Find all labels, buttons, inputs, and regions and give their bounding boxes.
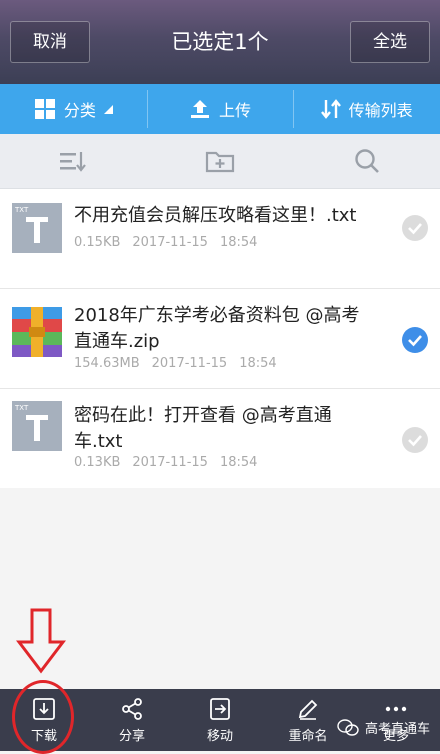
file-row[interactable]: TXT 密码在此！打开查看 @高考直通车.txt 0.13KB 2017-11-1… [0, 389, 440, 488]
select-checkbox[interactable] [402, 215, 428, 241]
file-list: TXT 不用充值会员解压攻略看这里！.txt 0.15KB 2017-11-15 1… [0, 189, 440, 488]
file-name: 不用充值会员解压攻略看这里！.txt [74, 205, 357, 226]
upload-icon [191, 100, 209, 118]
transfer-icon [320, 99, 341, 119]
sort-icon [60, 152, 87, 172]
category-label: 分类 [63, 101, 96, 120]
zip-file-icon [12, 307, 62, 357]
watermark-text: 高考直通车 [364, 722, 430, 737]
check-icon [408, 335, 422, 347]
file-time: 18:54 [239, 356, 277, 371]
file-date: 2017-11-15 [132, 455, 208, 470]
move-label: 移动 [206, 728, 233, 744]
txt-file-icon: TXT [12, 203, 62, 253]
move-button[interactable]: 移动 [176, 689, 264, 751]
watermark: 高考直通车 [337, 718, 430, 737]
category-button[interactable]: 分类 [0, 84, 147, 134]
transfer-label: 传输列表 [348, 101, 413, 120]
search-button[interactable] [293, 134, 440, 188]
file-size: 0.15KB [74, 235, 121, 250]
more-dots-icon [385, 706, 407, 711]
file-size: 154.63MB [74, 356, 140, 371]
header-bar: 取消 已选定1个 全选 [0, 0, 440, 84]
rename-label: 重命名 [288, 728, 328, 744]
file-name: 2018年广东学考必备资料包 @高考直通车.zip [74, 305, 360, 352]
file-time: 18:54 [219, 235, 258, 250]
new-folder-button[interactable] [147, 134, 294, 188]
pencil-icon [298, 699, 318, 720]
file-meta: 154.63MB 2017-11-15 18:54 [74, 356, 289, 371]
search-icon [354, 149, 379, 173]
action-row [0, 134, 440, 189]
file-meta: 0.13KB 2017-11-15 18:54 [74, 455, 269, 470]
dropdown-triangle-icon [103, 104, 113, 114]
sort-button[interactable] [0, 134, 147, 188]
select-all-button[interactable]: 全选 [350, 21, 430, 63]
new-folder-icon [205, 151, 235, 173]
wechat-logo-icon [337, 718, 359, 736]
file-row[interactable]: TXT 不用充值会员解压攻略看这里！.txt 0.15KB 2017-11-15 1… [0, 189, 440, 289]
file-meta: 0.15KB 2017-11-15 18:54 [74, 235, 269, 250]
file-type-label: TXT [14, 206, 29, 214]
check-icon [408, 435, 422, 447]
file-date: 2017-11-15 [151, 356, 228, 371]
file-name: 密码在此！打开查看 @高考直通车.txt [74, 405, 332, 452]
file-date: 2017-11-15 [132, 235, 208, 250]
annotation-circle [12, 680, 74, 754]
select-checkbox[interactable] [402, 327, 428, 353]
transfer-list-button[interactable]: 传输列表 [293, 84, 440, 134]
grid-icon [34, 99, 55, 119]
share-button[interactable]: 分享 [88, 689, 176, 751]
annotation-arrow-icon [16, 608, 66, 674]
upload-label: 上传 [219, 101, 252, 120]
check-icon [408, 223, 422, 235]
file-row[interactable]: 2018年广东学考必备资料包 @高考直通车.zip 154.63MB 2017-1… [0, 289, 440, 389]
top-toolbar: 分类 上传 传输列表 [0, 84, 440, 134]
select-checkbox[interactable] [402, 427, 428, 453]
file-size: 0.13KB [74, 455, 121, 470]
upload-button[interactable]: 上传 [146, 84, 294, 134]
txt-file-icon: TXT [12, 401, 62, 451]
share-icon [122, 697, 142, 720]
share-label: 分享 [118, 728, 145, 744]
file-time: 18:54 [219, 455, 258, 470]
move-icon [210, 697, 230, 720]
file-type-label: TXT [14, 404, 29, 412]
